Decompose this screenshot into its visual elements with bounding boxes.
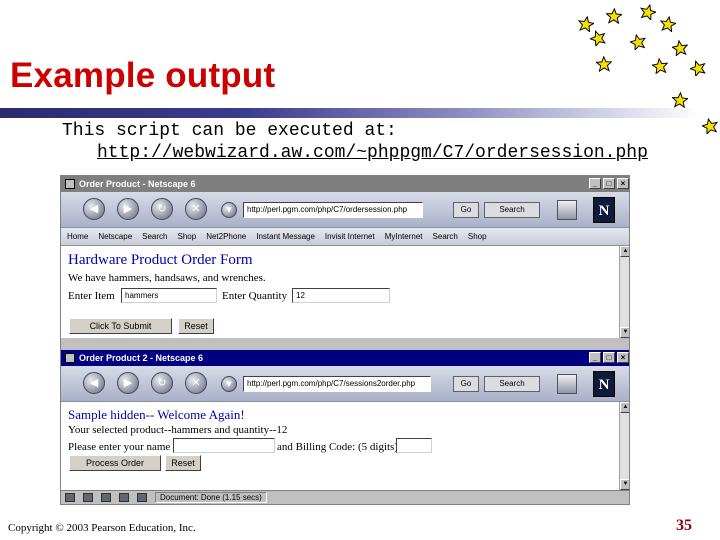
toolbar-link[interactable]: Shop <box>178 232 197 241</box>
selection-text: Your selected product--hammers and quant… <box>68 424 288 436</box>
star-icon <box>690 60 706 76</box>
navigator-icon[interactable] <box>65 493 75 502</box>
name-label: Please enter your name <box>68 441 171 453</box>
form-heading: Hardware Product Order Form <box>68 252 253 268</box>
browser-window-order-product: Order Product - Netscape 6 _ □ × ◀ ▶ ↻ ✕… <box>61 176 629 338</box>
star-icon <box>702 118 718 134</box>
toolbar-link[interactable]: Search <box>433 232 458 241</box>
mail-icon[interactable] <box>83 493 93 502</box>
scroll-down-icon[interactable]: ▼ <box>620 327 629 338</box>
reload-icon[interactable]: ↻ <box>151 198 173 220</box>
search-button[interactable]: Search <box>484 202 540 218</box>
toolbar-link[interactable]: Netscape <box>98 232 132 241</box>
item-input[interactable]: hammers <box>121 288 217 303</box>
status-text: Document: Done (1.15 secs) <box>155 492 267 503</box>
browser-screenshot: Order Product - Netscape 6 _ □ × ◀ ▶ ↻ ✕… <box>60 175 630 505</box>
billing-code-input[interactable] <box>396 438 432 453</box>
script-url-link[interactable]: http://webwizard.aw.com/~phppgm/C7/order… <box>97 143 648 163</box>
instant-messenger-icon[interactable] <box>137 493 147 502</box>
netscape-logo: N <box>593 371 615 397</box>
forward-icon[interactable]: ▶ <box>117 372 139 394</box>
url-input[interactable]: http://perl.pgm.com/php/C7/sessions2orde… <box>243 376 431 392</box>
toolbar-link[interactable]: Home <box>67 232 88 241</box>
star-icon <box>606 8 622 24</box>
page-content-order-confirm: Sample hidden-- Welcome Again! Your sele… <box>61 402 629 490</box>
forward-icon[interactable]: ▶ <box>117 198 139 220</box>
netscape-app-icon <box>65 353 75 363</box>
toolbar-link[interactable]: Shop <box>468 232 487 241</box>
toolbar-link[interactable]: MyInternet <box>385 232 423 241</box>
star-icon <box>660 16 676 32</box>
reload-icon[interactable]: ↻ <box>151 372 173 394</box>
star-icon <box>672 92 688 108</box>
star-icon <box>590 30 606 46</box>
go-button[interactable]: Go <box>453 202 479 218</box>
close-button[interactable]: × <box>617 352 629 363</box>
minimize-button[interactable]: _ <box>589 178 601 189</box>
netscape-logo: N <box>593 197 615 223</box>
star-icon <box>596 56 612 72</box>
url-dropdown-icon[interactable]: ▾ <box>221 202 237 218</box>
form-description: We have hammers, handsaws, and wrenches. <box>68 272 266 284</box>
intro-text: This script can be executed at: <box>62 121 397 141</box>
star-icon <box>630 34 646 50</box>
go-button[interactable]: Go <box>453 376 479 392</box>
search-button[interactable]: Search <box>484 376 540 392</box>
toolbar-link[interactable]: Net2Phone <box>206 232 246 241</box>
netscape-app-icon <box>65 179 75 189</box>
toolbar-link[interactable]: Instant Message <box>256 232 315 241</box>
window-titlebar: Order Product 2 - Netscape 6 _ □ × <box>61 350 629 366</box>
quantity-label: Enter Quantity <box>222 290 288 302</box>
window-title: Order Product 2 - Netscape 6 <box>79 353 204 363</box>
vertical-scrollbar[interactable]: ▲ ▼ <box>619 402 629 490</box>
address-book-icon[interactable] <box>119 493 129 502</box>
stop-icon[interactable]: ✕ <box>185 198 207 220</box>
close-button[interactable]: × <box>617 178 629 189</box>
submit-button[interactable]: Click To Submit <box>69 318 172 334</box>
navigation-toolbar: ◀ ▶ ↻ ✕ ▾ http://perl.pgm.com/php/C7/ord… <box>61 192 629 228</box>
process-order-button[interactable]: Process Order <box>69 455 161 471</box>
reset-button[interactable]: Reset <box>165 455 201 471</box>
vertical-scrollbar[interactable]: ▲ ▼ <box>619 246 629 338</box>
scroll-up-icon[interactable]: ▲ <box>620 246 629 257</box>
print-icon[interactable] <box>557 200 577 220</box>
scroll-up-icon[interactable]: ▲ <box>620 402 629 413</box>
reset-button[interactable]: Reset <box>178 318 214 334</box>
window-title: Order Product - Netscape 6 <box>79 179 196 189</box>
status-bar: Document: Done (1.15 secs) <box>61 490 629 504</box>
personal-toolbar: Home Netscape Search Shop Net2Phone Instant M… <box>61 228 629 246</box>
welcome-heading: Sample hidden-- Welcome Again! <box>68 407 245 422</box>
quantity-input[interactable]: 12 <box>292 288 390 303</box>
name-input[interactable] <box>173 438 275 453</box>
url-dropdown-icon[interactable]: ▾ <box>221 376 237 392</box>
star-icon <box>652 58 668 74</box>
window-titlebar: Order Product - Netscape 6 _ □ × <box>61 176 629 192</box>
back-icon[interactable]: ◀ <box>83 372 105 394</box>
title-underline-bar <box>0 108 700 118</box>
url-input[interactable]: http://perl.pgm.com/php/C7/ordersession.… <box>243 202 423 218</box>
page-number: 35 <box>676 517 692 534</box>
star-icon <box>672 40 688 56</box>
toolbar-link[interactable]: Invisit Internet <box>325 232 375 241</box>
toolbar-link[interactable]: Search <box>142 232 167 241</box>
maximize-button[interactable]: □ <box>603 178 615 189</box>
slide-title: Example output <box>10 56 276 95</box>
stop-icon[interactable]: ✕ <box>185 372 207 394</box>
maximize-button[interactable]: □ <box>603 352 615 363</box>
item-label: Enter Item <box>68 290 115 302</box>
billing-code-label: and Billing Code: (5 digits) <box>277 441 398 453</box>
print-icon[interactable] <box>557 374 577 394</box>
star-icon <box>578 16 594 32</box>
star-icon <box>640 4 656 20</box>
navigation-toolbar: ◀ ▶ ↻ ✕ ▾ http://perl.pgm.com/php/C7/ses… <box>61 366 629 402</box>
browser-window-order-product-2: Order Product 2 - Netscape 6 _ □ × ◀ ▶ ↻… <box>61 350 629 490</box>
minimize-button[interactable]: _ <box>589 352 601 363</box>
scroll-down-icon[interactable]: ▼ <box>620 479 629 490</box>
composer-icon[interactable] <box>101 493 111 502</box>
back-icon[interactable]: ◀ <box>83 198 105 220</box>
copyright-footer: Copyright © 2003 Pearson Education, Inc. <box>8 522 196 534</box>
page-content-order-form: Hardware Product Order Form We have hamm… <box>61 246 629 338</box>
